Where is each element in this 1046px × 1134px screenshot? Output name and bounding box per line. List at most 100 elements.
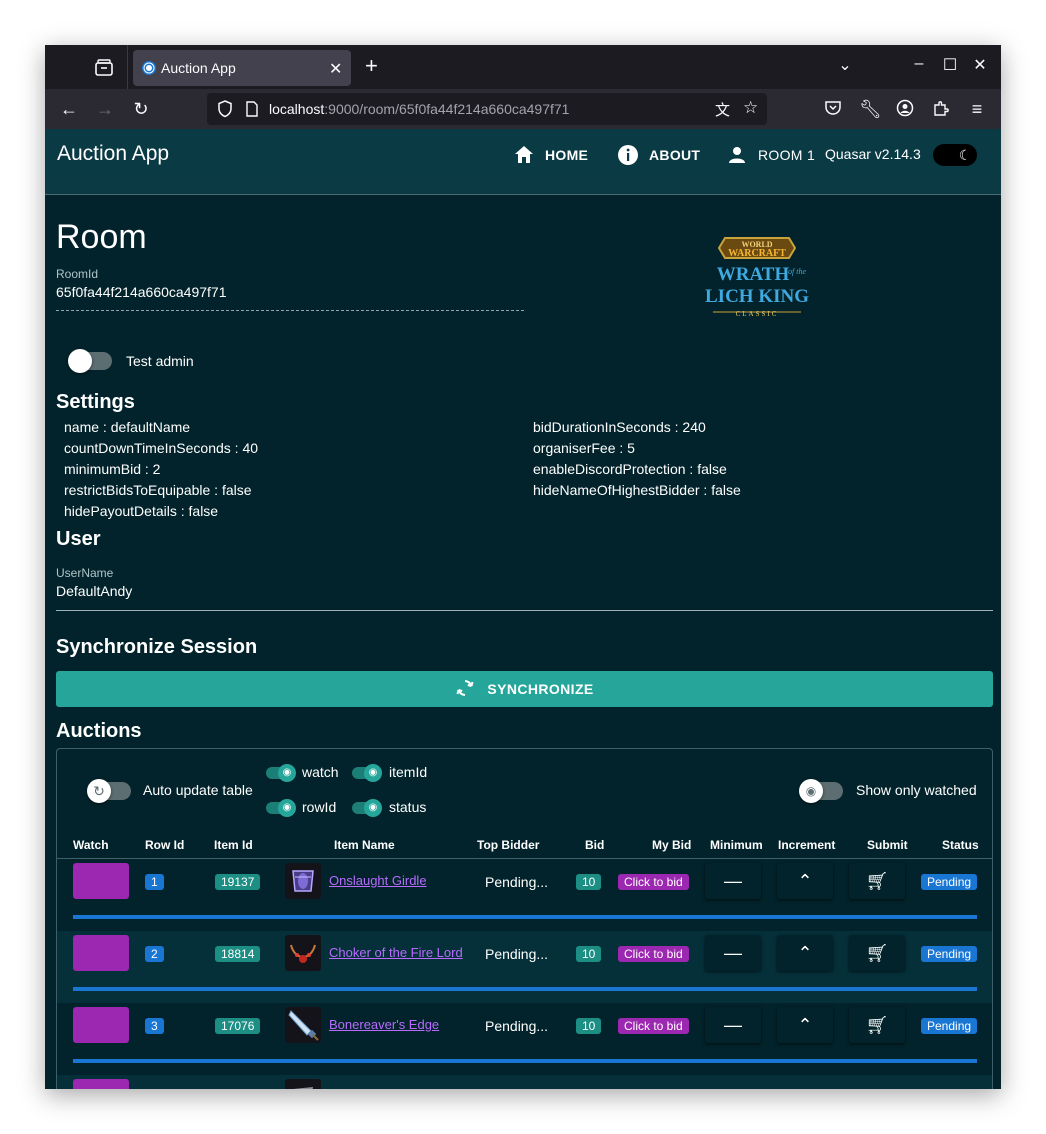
roomid-label: RoomId	[56, 267, 99, 281]
extensions-icon[interactable]	[931, 99, 951, 119]
navigation-toolbar: ← → ↻ localhost:9000/room/65f0fa44f214a6…	[45, 89, 1001, 129]
table-row: 2 18814 Choker of the Fire Lord Pending.…	[57, 931, 992, 1003]
submit-cart-icon[interactable]: 🛒︎	[849, 863, 905, 899]
wrench-icon[interactable]: 🔧︎	[859, 99, 882, 119]
item-name-link[interactable]: Onslaught Girdle	[329, 873, 427, 888]
forward-arrow-icon[interactable]: →	[95, 99, 115, 119]
status-badge: Pending	[921, 946, 978, 962]
show-only-watched-toggle[interactable]: ◉	[799, 779, 843, 803]
rowid-column-toggle[interactable]: ◉	[266, 799, 296, 817]
app-header: Auction App HOME ABOUT ROOM 1 Quasar v2.…	[45, 129, 1001, 179]
item-name-link[interactable]: Choker of the Fire Lord	[329, 945, 463, 960]
increment-bid-chevron-up-icon[interactable]: ⌃	[777, 935, 833, 971]
itemid-column-toggle[interactable]: ◉	[352, 764, 382, 782]
my-bid-badge[interactable]: Click to bid	[618, 1018, 689, 1034]
shield-icon[interactable]	[217, 100, 233, 123]
auto-update-toggle[interactable]: ↻	[87, 779, 131, 803]
column-header-item-name[interactable]: Item Name	[334, 838, 395, 852]
item-choker-icon	[285, 935, 321, 971]
pocket-icon[interactable]	[823, 99, 843, 119]
minimize-icon[interactable]: –	[909, 55, 929, 77]
settings-heading: Settings	[56, 391, 135, 413]
setting-restrict-bids: restrictBidsToEquipable : false	[64, 482, 252, 498]
status-column-toggle[interactable]: ◉	[352, 799, 382, 817]
maximize-icon[interactable]: ☐	[940, 55, 960, 77]
item-name-link[interactable]: Bonereaver's Edge	[329, 1017, 439, 1032]
reload-icon[interactable]: ↻	[131, 99, 151, 119]
account-icon[interactable]	[895, 99, 915, 119]
svg-text:WARCRAFT: WARCRAFT	[728, 248, 786, 259]
increment-bid-chevron-up-icon[interactable]: ⌃	[777, 863, 833, 899]
dark-mode-toggle[interactable]: ☾	[933, 144, 977, 166]
translate-icon[interactable]: 文	[715, 99, 730, 120]
test-admin-toggle[interactable]	[68, 349, 112, 373]
my-bid-badge[interactable]: Click to bid	[618, 946, 689, 962]
tab-title: Auction App	[161, 60, 236, 76]
column-header-status[interactable]: Status	[942, 838, 979, 852]
page-title: Room	[56, 218, 147, 256]
username-value[interactable]: DefaultAndy	[56, 583, 132, 599]
top-bidder-value: Pending...	[485, 946, 549, 962]
minimum-bid-button[interactable]: —	[705, 1007, 761, 1043]
user-heading: User	[56, 528, 101, 550]
moon-icon: ☾	[955, 145, 975, 165]
synchronize-button[interactable]: SYNCHRONIZE	[56, 671, 993, 707]
new-tab-plus-icon[interactable]: +	[365, 55, 378, 77]
svg-text:of the: of the	[788, 267, 806, 276]
eye-icon: ◉	[799, 779, 823, 803]
nav-home[interactable]: HOME	[513, 144, 588, 166]
column-header-my-bid[interactable]: My Bid	[652, 838, 691, 852]
column-header-row-id[interactable]: Row Id	[145, 838, 184, 852]
row-progress-bar	[73, 1059, 977, 1063]
browser-tab-active[interactable]: Auction App ✕	[133, 50, 351, 86]
url-bar[interactable]: localhost:9000/room/65f0fa44f214a660ca49…	[207, 93, 767, 125]
page-info-icon[interactable]	[245, 101, 259, 122]
item-id-badge: 17076	[215, 1018, 261, 1034]
roomid-underline	[56, 310, 524, 311]
column-header-item-id[interactable]: Item Id	[214, 838, 253, 852]
auctions-heading: Auctions	[56, 720, 142, 742]
column-header-bid[interactable]: Bid	[585, 838, 604, 852]
url-path: :9000/room/65f0fa44f214a660ca497f71	[324, 101, 570, 117]
column-header-increment[interactable]: Increment	[778, 838, 835, 852]
setting-hide-highest-bidder: hideNameOfHighestBidder : false	[533, 482, 741, 498]
watch-toggle-button[interactable]	[73, 1079, 129, 1089]
nav-about-label: ABOUT	[649, 147, 701, 163]
submit-cart-icon[interactable]: 🛒︎	[849, 1007, 905, 1043]
tab-overview-icon[interactable]	[93, 57, 115, 79]
watch-toggle-button[interactable]	[73, 1007, 129, 1043]
submit-cart-icon[interactable]: 🛒︎	[849, 935, 905, 971]
column-header-submit[interactable]: Submit	[867, 838, 908, 852]
bid-badge: 10	[576, 946, 602, 962]
tab-bar: Auction App ✕ + ⌄ – ☐ ✕	[45, 45, 1001, 89]
minimum-bid-button[interactable]: —	[705, 863, 761, 899]
my-bid-badge[interactable]: Click to bid	[618, 874, 689, 890]
watch-column-toggle[interactable]: ◉	[266, 764, 296, 782]
rowid-column-label: rowId	[302, 799, 337, 815]
quasar-favicon-icon	[141, 60, 157, 76]
info-icon	[617, 144, 639, 166]
close-window-icon[interactable]: ✕	[970, 55, 990, 77]
menu-hamburger-icon[interactable]: ≡	[967, 99, 987, 119]
item-id-badge: 18814	[215, 946, 261, 962]
app-title[interactable]: Auction App	[57, 142, 169, 166]
list-tabs-chevron-icon[interactable]: ⌄	[835, 55, 855, 77]
tab-close-icon[interactable]: ✕	[329, 59, 342, 79]
auto-update-label: Auto update table	[143, 782, 253, 798]
column-header-minimum[interactable]: Minimum	[710, 838, 763, 852]
svg-text:CLASSIC: CLASSIC	[736, 310, 779, 318]
increment-bid-chevron-up-icon[interactable]: ⌃	[777, 1007, 833, 1043]
bookmark-star-icon[interactable]: ☆	[743, 98, 758, 118]
nav-room[interactable]: ROOM 1	[726, 144, 815, 166]
column-header-top-bidder[interactable]: Top Bidder	[477, 838, 539, 852]
table-row	[57, 1075, 992, 1089]
header-shadow-bar	[45, 179, 1001, 195]
roomid-value[interactable]: 65f0fa44f214a660ca497f71	[56, 284, 227, 300]
watch-toggle-button[interactable]	[73, 935, 129, 971]
column-header-watch[interactable]: Watch	[73, 838, 109, 852]
quasar-version: Quasar v2.14.3	[825, 146, 921, 162]
watch-toggle-button[interactable]	[73, 863, 129, 899]
minimum-bid-button[interactable]: —	[705, 935, 761, 971]
back-arrow-icon[interactable]: ←	[59, 99, 79, 119]
nav-about[interactable]: ABOUT	[617, 144, 700, 166]
